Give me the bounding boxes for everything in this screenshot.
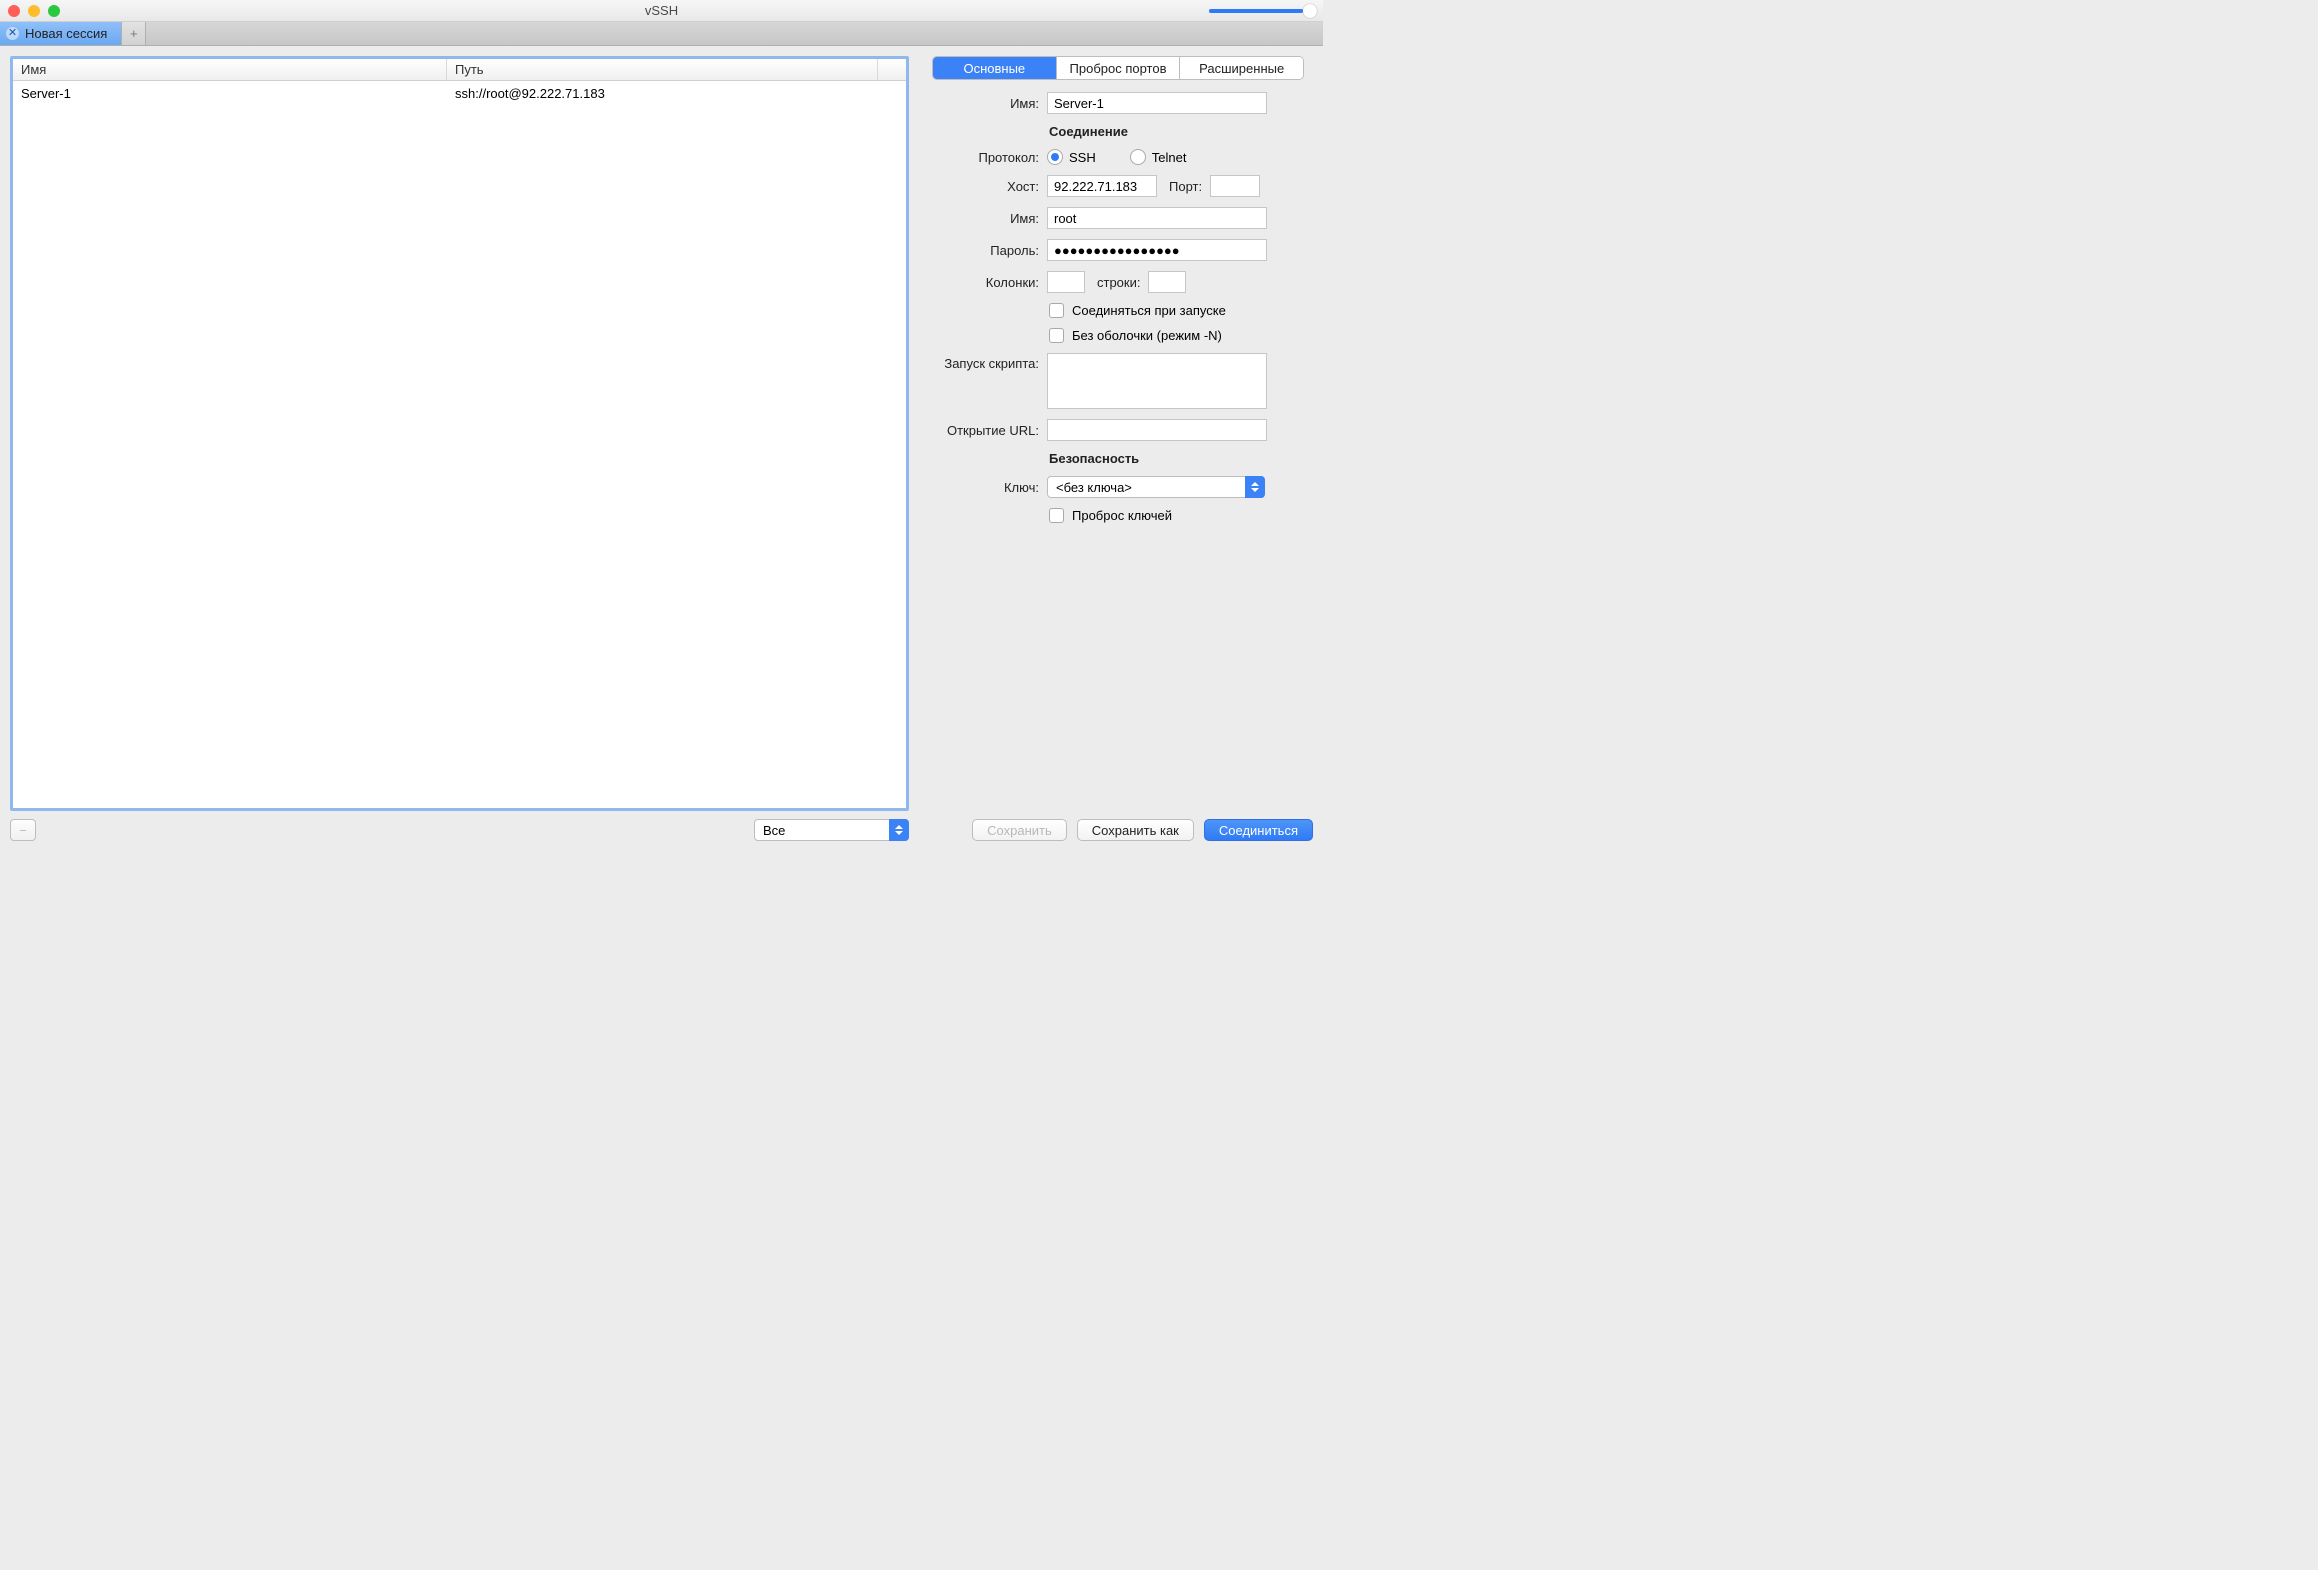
radio-telnet-label: Telnet [1152, 150, 1187, 165]
add-tab-button[interactable]: + [122, 22, 146, 45]
save-button[interactable]: Сохранить [972, 819, 1067, 841]
column-header-spacer [878, 59, 906, 80]
filter-select[interactable]: Все [754, 819, 909, 841]
tab-new-session[interactable]: ✕ Новая сессия [0, 22, 122, 45]
columns-input[interactable] [1047, 271, 1085, 293]
host-input[interactable] [1047, 175, 1157, 197]
save-as-button[interactable]: Сохранить как [1077, 819, 1194, 841]
rows-input[interactable] [1148, 271, 1186, 293]
label-host: Хост: [923, 179, 1047, 194]
plus-icon: + [130, 26, 138, 41]
label-password: Пароль: [923, 243, 1047, 258]
label-session-name: Имя: [923, 96, 1047, 111]
label-startup-script: Запуск скрипта: [923, 353, 1047, 371]
column-header-name[interactable]: Имя [13, 59, 447, 80]
label-port: Порт: [1157, 179, 1210, 194]
opacity-slider[interactable] [1209, 5, 1317, 17]
checkbox-connect-on-start[interactable] [1049, 303, 1064, 318]
remove-session-button[interactable]: − [10, 819, 36, 841]
port-input[interactable] [1210, 175, 1260, 197]
radio-telnet[interactable] [1130, 149, 1146, 165]
label-rows: строки: [1085, 275, 1148, 290]
filter-select-input[interactable]: Все [754, 819, 909, 841]
radio-ssh[interactable] [1047, 149, 1063, 165]
checkbox-agent-forward-label: Проброс ключей [1072, 508, 1172, 523]
label-open-url: Открытие URL: [923, 423, 1047, 438]
label-key: Ключ: [923, 480, 1047, 495]
checkbox-agent-forward[interactable] [1049, 508, 1064, 523]
window-title: vSSH [0, 3, 1323, 18]
action-buttons: Сохранить Сохранить как Соединиться [923, 817, 1313, 843]
minus-icon: − [19, 823, 27, 838]
section-connection: Соединение [1049, 124, 1313, 139]
section-security: Безопасность [1049, 451, 1313, 466]
titlebar: vSSH [0, 0, 1323, 22]
label-protocol: Протокол: [923, 150, 1047, 165]
label-columns: Колонки: [923, 275, 1047, 290]
tab-close-icon[interactable]: ✕ [6, 27, 19, 40]
key-select[interactable]: <без ключа> [1047, 476, 1265, 498]
cell-path: ssh://root@92.222.71.183 [447, 86, 906, 101]
tab-bar: ✕ Новая сессия + [0, 22, 1323, 46]
column-header-path[interactable]: Путь [447, 59, 878, 80]
radio-ssh-label: SSH [1069, 150, 1096, 165]
user-input[interactable] [1047, 207, 1267, 229]
checkbox-connect-on-start-label: Соединяться при запуске [1072, 303, 1226, 318]
tab-label: Новая сессия [25, 26, 107, 41]
checkbox-no-shell[interactable] [1049, 328, 1064, 343]
segment-advanced[interactable]: Расширенные [1180, 57, 1303, 79]
checkbox-no-shell-label: Без оболочки (режим -N) [1072, 328, 1222, 343]
settings-segmented-control: Основные Проброс портов Расширенные [932, 56, 1304, 80]
table-row[interactable]: Server-1 ssh://root@92.222.71.183 [13, 81, 906, 105]
segment-main[interactable]: Основные [933, 57, 1057, 79]
session-list[interactable]: Имя Путь Server-1 ssh://root@92.222.71.1… [10, 56, 909, 811]
table-header: Имя Путь [13, 59, 906, 81]
key-select-input[interactable]: <без ключа> [1047, 476, 1265, 498]
segment-portfwd[interactable]: Проброс портов [1057, 57, 1181, 79]
password-input[interactable] [1047, 239, 1267, 261]
connect-button[interactable]: Соединиться [1204, 819, 1313, 841]
cell-name: Server-1 [13, 86, 447, 101]
session-name-input[interactable] [1047, 92, 1267, 114]
settings-form: Имя: Соединение Протокол: SSH Telnet Хос… [923, 92, 1313, 817]
startup-script-input[interactable] [1047, 353, 1267, 409]
open-url-input[interactable] [1047, 419, 1267, 441]
label-user: Имя: [923, 211, 1047, 226]
